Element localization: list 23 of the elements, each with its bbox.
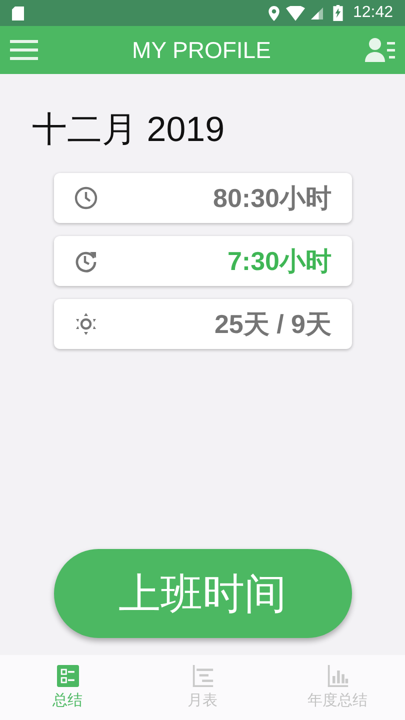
sd-card-icon bbox=[12, 6, 24, 20]
clock-icon bbox=[74, 186, 98, 210]
nav-tab[interactable]: 年度总结 bbox=[270, 655, 405, 720]
stat-value: 7:30小时 bbox=[227, 244, 332, 278]
profile-list-icon[interactable] bbox=[364, 38, 395, 62]
battery-charging-icon bbox=[332, 5, 343, 21]
clock-in-button[interactable]: 上班时间 bbox=[54, 549, 352, 638]
month-title: 十二月 2019 bbox=[32, 109, 225, 151]
clock-arrow-icon bbox=[74, 249, 98, 273]
nav-tab[interactable]: 总结 bbox=[0, 655, 135, 720]
stat-value: 80:30小时 bbox=[213, 182, 332, 214]
signal-icon bbox=[310, 6, 323, 20]
menu-icon[interactable] bbox=[10, 40, 38, 60]
stat-value: 25天 / 9天 bbox=[214, 308, 332, 340]
wifi-icon bbox=[286, 6, 305, 20]
status-time: 12:42 bbox=[352, 4, 393, 22]
location-icon bbox=[268, 6, 280, 20]
app-title: MY PROFILE bbox=[132, 36, 271, 64]
sun-icon bbox=[74, 312, 98, 336]
list-icon bbox=[56, 665, 78, 687]
bar-chart-icon bbox=[192, 665, 214, 687]
column-chart-icon bbox=[326, 665, 348, 687]
nav-tab[interactable]: 月表 bbox=[135, 655, 270, 720]
